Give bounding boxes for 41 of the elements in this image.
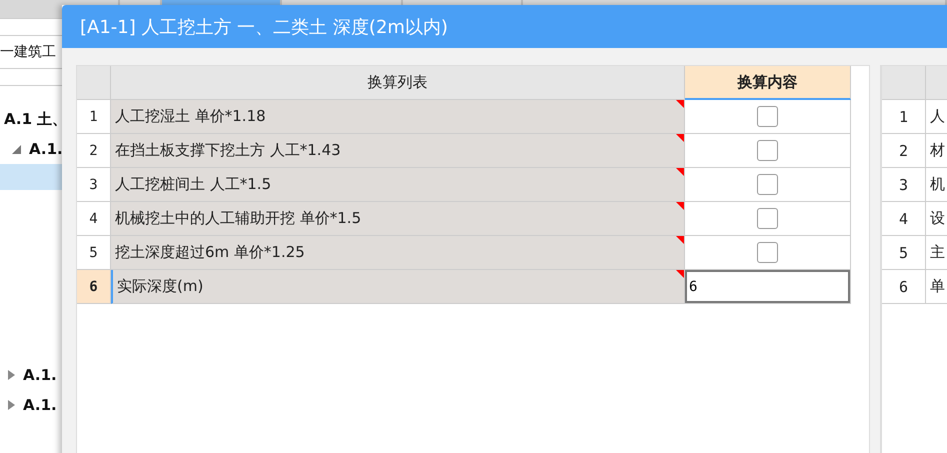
tree-item[interactable]: A.1 土、 [0,104,62,134]
table-cell: 人 [926,100,947,134]
checkbox[interactable] [757,208,778,229]
table-cell: 材 [926,134,947,168]
tree-item[interactable]: A.1. [0,360,62,390]
expand-triangle-icon[interactable] [8,400,15,410]
row-number: 3 [882,168,926,202]
checkbox[interactable] [757,106,778,127]
tree-item[interactable]: A.1. [0,134,62,164]
table-cell: 主 [926,236,947,270]
row-number: 1 [882,100,926,134]
table-cell: 设 [926,202,947,236]
column-header: 换算列表 [111,66,685,100]
row-number[interactable]: 4 [77,202,111,236]
checkbox[interactable] [757,242,778,263]
table-cell: 在挡土板支撑下挖土方 人工*1.43 [111,134,685,168]
row-number[interactable]: 3 [77,168,111,202]
column-header: 换算内容 [685,66,851,100]
row-number: 5 [882,236,926,270]
table-cell: 实际深度(m) [111,270,685,304]
row-number[interactable]: 2 [77,134,111,168]
checkbox[interactable] [757,174,778,195]
row-number[interactable]: 6 [77,270,111,304]
expand-triangle-icon[interactable] [8,370,15,380]
input-field[interactable]: 6 [685,270,850,303]
table-cell: 单 [926,270,947,304]
dialog-title: [A1-1] 人工挖土方 一、二类土 深度(2m以内) [62,5,947,48]
table-cell: 挖土深度超过6m 单价*1.25 [111,236,685,270]
collapse-triangle-icon[interactable] [12,144,21,154]
selected-tree-row[interactable] [0,164,62,190]
table-cell: 人工挖桩间土 人工*1.5 [111,168,685,202]
table-cell: 人工挖湿土 单价*1.18 [111,100,685,134]
row-number[interactable]: 1 [77,100,111,134]
table-cell: 机 [926,168,947,202]
row-number: 2 [882,134,926,168]
row-number[interactable]: 5 [77,236,111,270]
checkbox[interactable] [757,140,778,161]
table-cell: 机械挖土中的人工辅助开挖 单价*1.5 [111,202,685,236]
row-number: 6 [882,270,926,304]
row-number: 4 [882,202,926,236]
tree-item[interactable]: A.1. [0,390,62,420]
